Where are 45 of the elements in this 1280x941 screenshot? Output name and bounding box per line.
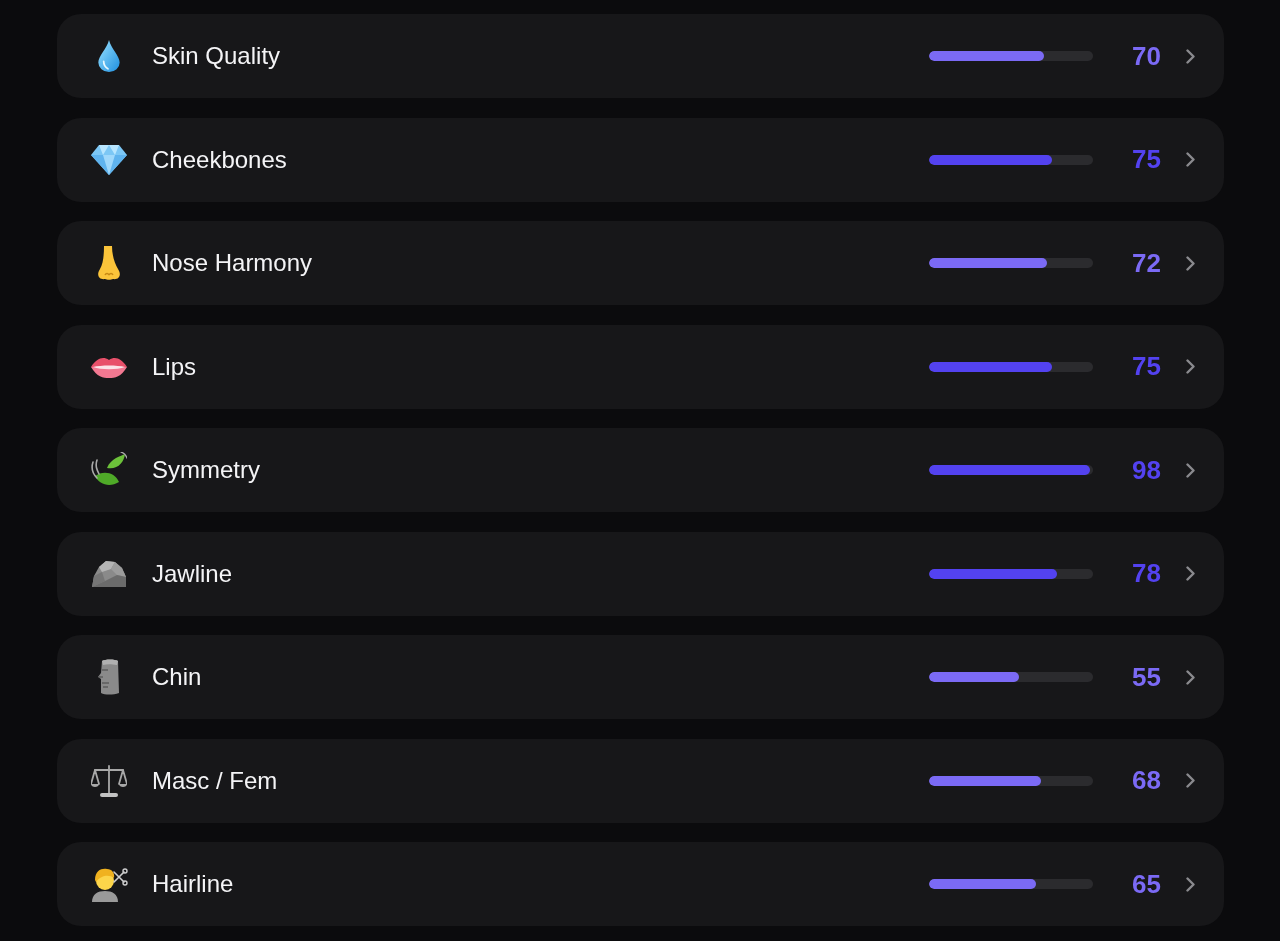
chevron-right-icon <box>1186 359 1195 374</box>
score-value: 98 <box>1131 453 1161 487</box>
category-label: Nose Harmony <box>152 248 313 278</box>
score-card[interactable]: Masc / Fem 68 <box>57 738 1224 823</box>
nose-icon <box>97 246 121 280</box>
chevron-right-icon <box>1186 255 1195 271</box>
score-value: 55 <box>1131 660 1161 694</box>
score-card[interactable]: Symmetry 98 <box>57 428 1224 512</box>
rock-icon <box>91 558 127 589</box>
score-value: 75 <box>1131 143 1161 176</box>
score-card[interactable]: Jawline 78 <box>57 531 1224 616</box>
category-label: Chin <box>152 662 202 692</box>
category-label: Symmetry <box>152 455 260 485</box>
score-value: 75 <box>1131 350 1161 383</box>
chevron-right-icon <box>1186 773 1195 788</box>
diamond-icon <box>91 144 127 175</box>
category-label: Skin Quality <box>152 41 281 71</box>
score-value: 68 <box>1131 764 1161 797</box>
score-value: 78 <box>1131 557 1161 590</box>
category-label: Masc / Fem <box>152 765 278 796</box>
chevron-right-icon <box>1186 566 1195 581</box>
chevron-right-icon <box>1186 152 1195 167</box>
chevron-right-icon <box>1186 876 1195 892</box>
score-card[interactable]: Skin Quality 70 <box>57 14 1224 98</box>
leaves-icon <box>91 452 127 488</box>
score-card[interactable]: Nose Harmony 72 <box>57 221 1224 305</box>
droplet-icon <box>98 40 120 72</box>
chevron-right-icon <box>1186 48 1195 64</box>
score-value: 65 <box>1131 867 1161 901</box>
person-haircut-icon <box>90 866 128 902</box>
score-card[interactable]: Lips 75 <box>57 324 1224 409</box>
category-label: Jawline <box>152 558 233 589</box>
lips-icon <box>91 355 127 378</box>
chevron-right-icon <box>1186 669 1195 685</box>
score-card[interactable]: Hairline 65 <box>57 842 1224 926</box>
chevron-right-icon <box>1186 462 1195 478</box>
balance-scale-icon <box>91 763 127 798</box>
category-label: Hairline <box>152 869 234 899</box>
score-value: 70 <box>1131 39 1161 73</box>
stone-head-icon <box>97 659 121 695</box>
category-label: Cheekbones <box>152 144 287 175</box>
score-card[interactable]: Chin 55 <box>57 635 1224 719</box>
score-value: 72 <box>1131 246 1161 280</box>
score-card[interactable]: Cheekbones 75 <box>57 117 1224 202</box>
category-label: Lips <box>152 351 197 382</box>
